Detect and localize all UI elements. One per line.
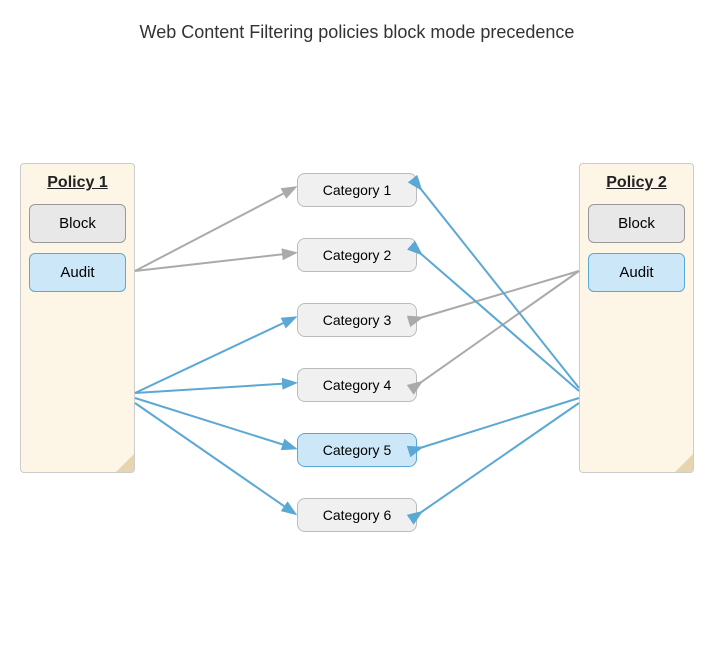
category-5-box: Category 5 — [297, 433, 417, 467]
category-6-box: Category 6 — [297, 498, 417, 532]
page-title: Web Content Filtering policies block mod… — [0, 0, 714, 53]
policy2-audit-box: Audit — [588, 253, 685, 292]
category-2-box: Category 2 — [297, 238, 417, 272]
category-3-box: Category 3 — [297, 303, 417, 337]
policy1-panel: Policy 1 Block Audit — [20, 163, 135, 473]
policy1-title: Policy 1 — [29, 174, 126, 192]
policy1-block-box: Block — [29, 204, 126, 243]
category-4-box: Category 4 — [297, 368, 417, 402]
category-1-box: Category 1 — [297, 173, 417, 207]
diagram-area: Policy 1 Block Audit Policy 2 Block Audi… — [0, 53, 714, 583]
policy2-block-box: Block — [588, 204, 685, 243]
policy2-title: Policy 2 — [588, 174, 685, 192]
policy2-panel: Policy 2 Block Audit — [579, 163, 694, 473]
policy1-audit-box: Audit — [29, 253, 126, 292]
